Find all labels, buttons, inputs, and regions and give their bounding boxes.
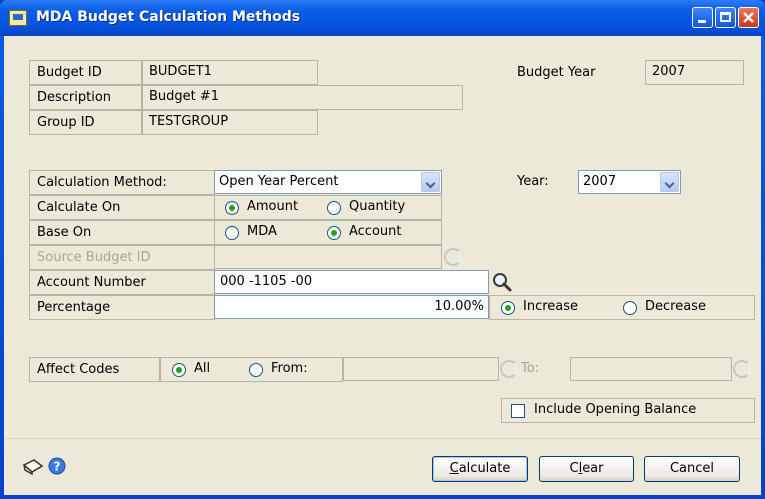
cancel-button[interactable]: Cancel <box>644 456 740 482</box>
close-icon <box>743 12 754 23</box>
affect-codes-from-field[interactable] <box>343 357 499 381</box>
account-number-input[interactable]: 000 -1105 -00 <box>214 270 489 294</box>
chevron-down-icon[interactable] <box>421 172 440 192</box>
dialog-window: MDA Budget Calculation Methods Budget ID… <box>0 0 765 499</box>
group-id-value: TESTGROUP <box>142 110 318 135</box>
calculate-button[interactable]: Calculate <box>432 456 528 482</box>
base-on-mda-label: MDA <box>247 224 277 239</box>
account-number-label: Account Number <box>29 270 215 295</box>
clear-label-start: C <box>569 461 579 476</box>
app-icon <box>9 10 27 26</box>
affect-codes-from-label: From: <box>271 361 308 376</box>
affect-codes-label: Affect Codes <box>29 357 160 382</box>
affect-codes-all-radio[interactable] <box>172 363 186 377</box>
include-opening-balance-checkbox[interactable] <box>511 404 525 418</box>
minimize-button[interactable] <box>692 7 713 28</box>
decrease-radio[interactable] <box>623 301 637 315</box>
base-on-mda-radio[interactable] <box>225 226 239 240</box>
clear-label-rest: ear <box>582 461 604 476</box>
source-budget-id-field[interactable] <box>214 245 442 269</box>
calculation-method-label: Calculation Method: <box>29 170 215 195</box>
magnifier-icon[interactable] <box>491 271 513 293</box>
year-label: Year: <box>517 174 549 189</box>
client-area: Budget ID BUDGET1 Description Budget #1 … <box>4 36 761 495</box>
title-bar[interactable]: MDA Budget Calculation Methods <box>0 0 765 36</box>
budget-year-value: 2007 <box>645 60 744 85</box>
svg-text:?: ? <box>54 460 61 474</box>
base-on-label: Base On <box>29 220 215 245</box>
increase-label: Increase <box>523 299 579 314</box>
base-on-account-label: Account <box>349 224 402 239</box>
chevron-down-icon[interactable] <box>660 172 679 192</box>
close-button[interactable] <box>738 7 759 28</box>
window-title: MDA Budget Calculation Methods <box>36 9 301 25</box>
calculate-on-quantity-radio[interactable] <box>327 201 341 215</box>
description-value: Budget #1 <box>142 85 463 110</box>
calculate-label-rest: alculate <box>458 461 511 476</box>
calculate-on-quantity-label: Quantity <box>349 199 406 214</box>
include-opening-balance-label: Include Opening Balance <box>534 402 697 417</box>
source-budget-id-label: Source Budget ID <box>29 245 215 270</box>
clear-button[interactable]: Clear <box>539 456 634 482</box>
from-lookup-icon[interactable] <box>500 360 518 378</box>
calculate-on-label: Calculate On <box>29 195 215 220</box>
increase-radio[interactable] <box>501 301 515 315</box>
year-select[interactable]: 2007 <box>578 170 681 194</box>
percentage-input[interactable]: 10.00% <box>214 295 489 319</box>
button-bar: ? Calculate Clear Cancel <box>4 438 761 495</box>
to-lookup-icon[interactable] <box>733 360 751 378</box>
budget-id-label: Budget ID <box>29 60 142 85</box>
calculation-method-select[interactable]: Open Year Percent <box>214 170 442 194</box>
help-icon[interactable]: ? <box>48 457 66 475</box>
affect-codes-all-label: All <box>194 361 211 376</box>
to-label: To: <box>521 361 540 376</box>
year-value: 2007 <box>583 174 617 189</box>
calculate-label-accelerator: C <box>449 461 459 476</box>
calculation-method-value: Open Year Percent <box>219 174 339 189</box>
decrease-label: Decrease <box>645 299 706 314</box>
restore-button[interactable] <box>715 7 736 28</box>
affect-codes-to-field[interactable] <box>570 357 732 381</box>
note-icon[interactable] <box>22 457 44 477</box>
base-on-account-radio[interactable] <box>327 226 341 240</box>
group-id-label: Group ID <box>29 110 142 135</box>
percentage-label: Percentage <box>29 295 215 320</box>
source-budget-lookup-icon[interactable] <box>444 248 462 266</box>
calculate-on-amount-radio[interactable] <box>225 201 239 215</box>
description-label: Description <box>29 85 142 110</box>
calculate-on-amount-label: Amount <box>247 199 299 214</box>
affect-codes-from-radio[interactable] <box>249 363 263 377</box>
budget-id-value: BUDGET1 <box>142 60 318 85</box>
budget-year-label: Budget Year <box>517 65 596 80</box>
